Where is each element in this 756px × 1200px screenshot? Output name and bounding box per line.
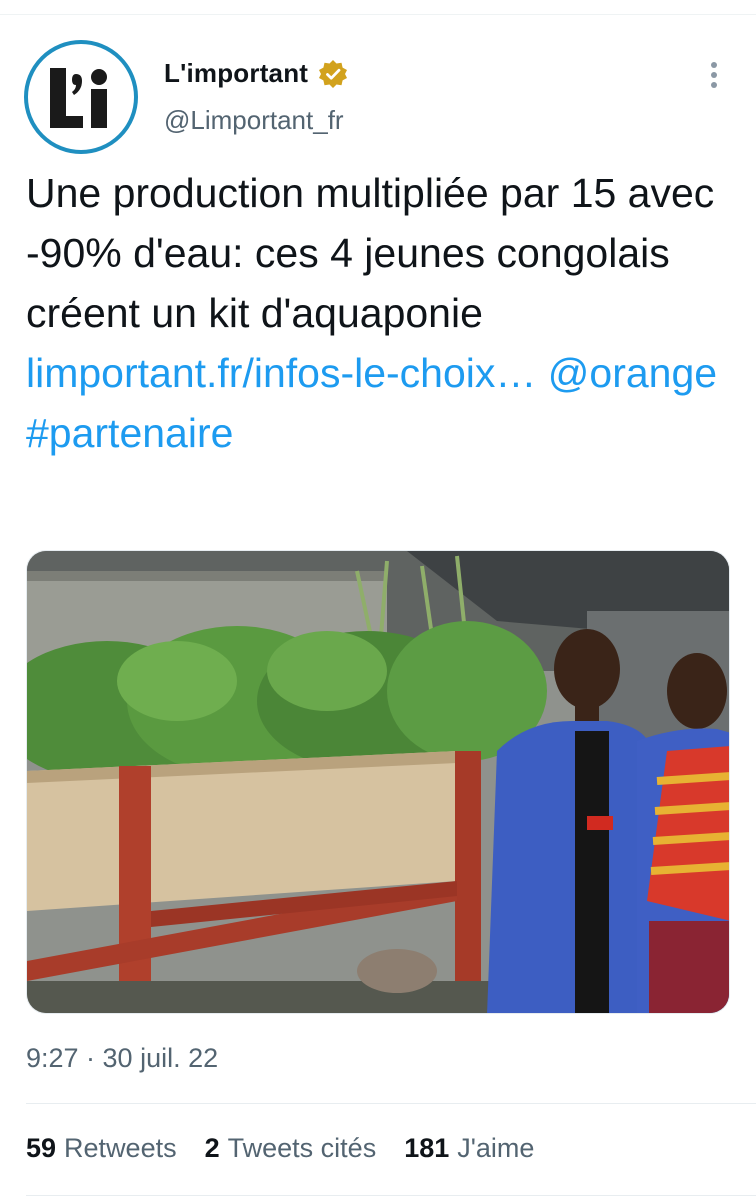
tweet-timestamp[interactable]: 9:27 · 30 juil. 22 [26,1043,218,1074]
quotes-label: Tweets cités [227,1133,377,1163]
likes-count: 181 [404,1133,450,1163]
tweet-body: Une production multipliée par 15 avec -9… [26,170,715,336]
retweets-count: 59 [26,1133,57,1163]
tweet-link[interactable]: limportant.fr/infos-le-choix… [26,350,536,396]
quotes-count: 2 [204,1133,220,1163]
likes-label: J'aime [457,1133,535,1163]
mention-link[interactable]: @orange [548,350,717,396]
likes-stat[interactable]: 181 J'aime [404,1133,534,1164]
quote-tweets-stat[interactable]: 2 Tweets cités [205,1133,377,1164]
divider [26,1103,756,1104]
engagement-stats: 59 Retweets 2 Tweets cités 181 J'aime [26,1133,562,1164]
divider [26,1195,756,1196]
avatar-logo-icon [50,68,107,128]
hashtag-link[interactable]: #partenaire [26,410,233,456]
tweet-photo[interactable] [26,550,730,1014]
retweets-stat[interactable]: 59 Retweets [26,1133,177,1164]
account-handle[interactable]: @Limportant_fr [164,105,344,136]
top-divider [0,14,756,15]
display-name[interactable]: L'important [164,58,308,89]
retweets-label: Retweets [64,1133,177,1163]
author-name-row[interactable]: L'important [164,58,348,89]
tweet-text: Une production multipliée par 15 avec -9… [26,163,726,463]
more-options-icon[interactable] [700,60,728,90]
verified-badge-icon [319,59,348,88]
avatar[interactable] [24,40,138,154]
